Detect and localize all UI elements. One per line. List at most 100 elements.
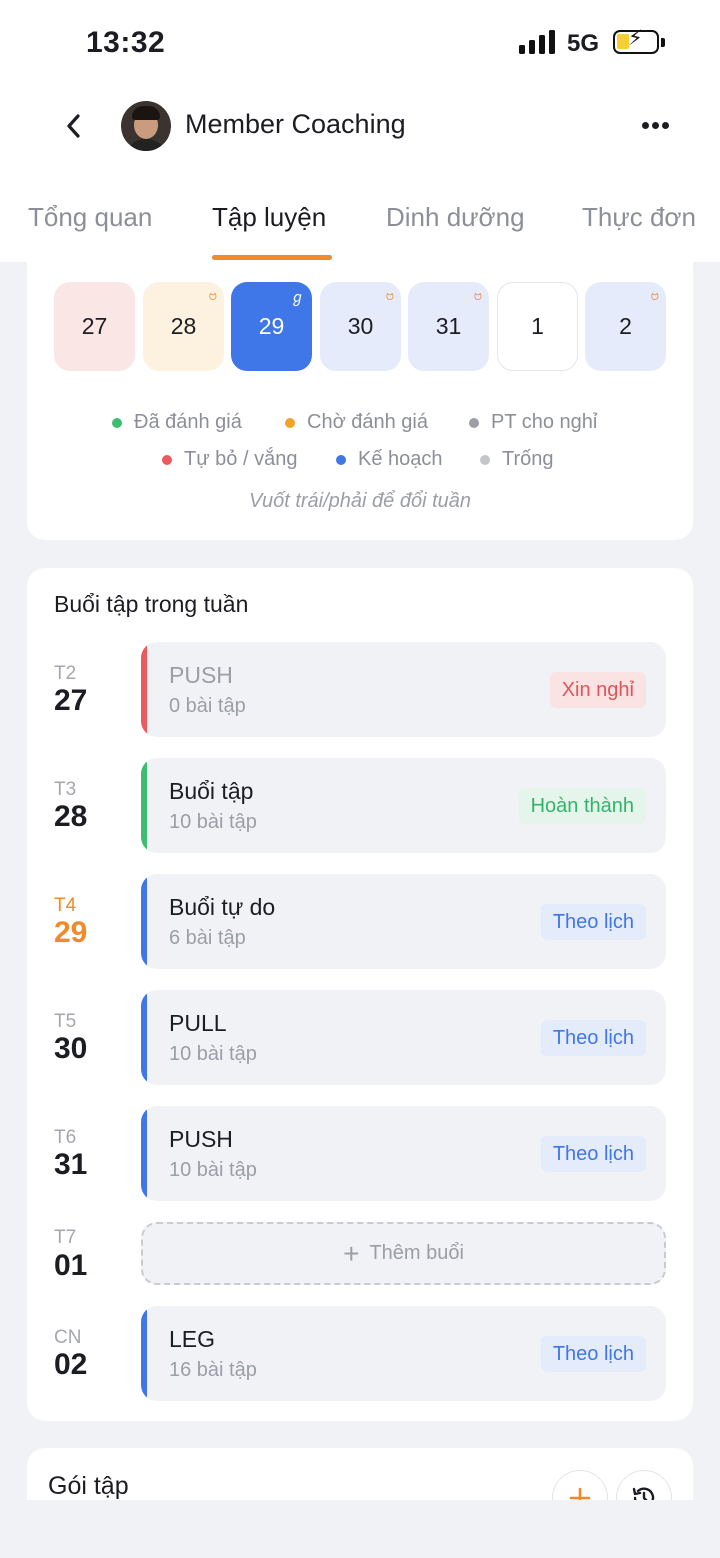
more-options-button[interactable] [640,122,672,132]
row-day-number: 30 [54,1032,88,1065]
legend-dot-icon [480,454,490,465]
session-name: Buổi tự do [169,894,276,920]
day-number: 29 [258,313,285,339]
legend-label: Kế hoạch [358,448,443,470]
session-name: Buổi tập [169,778,254,804]
calendar-day[interactable]: ဗ 28 [143,282,224,371]
legend-dot-icon [162,454,172,465]
status-badge: Theo lịch [540,904,646,940]
row-weekday: CN [54,1327,82,1348]
row-day-number: 31 [54,1148,88,1181]
status-time: 13:32 [86,26,166,59]
exercise-count: 0 bài tập [169,695,246,717]
battery-tip [661,38,665,47]
status-bar [141,758,147,853]
legend-item: Chờ đánh giá [285,411,428,434]
status-bar [141,990,147,1085]
legend-item: PT cho nghỉ [469,411,597,434]
section-title: Buổi tập trong tuần [54,591,249,617]
day-number: 27 [81,313,108,339]
calendar-day[interactable]: 1 [497,282,578,371]
status-badge: Theo lịch [540,1136,646,1172]
legend-dot-icon [285,417,295,428]
legend-item: Đã đánh giá [112,411,242,434]
legend-label: Trống [502,448,554,470]
tab-overview[interactable]: Tổng quan [28,202,152,233]
dumbbell-icon: ဗ [385,287,394,304]
more-dots-icon [642,122,649,129]
top-bar: 13:32 5G ⚡ Member Coaching Tổng quan Tập… [0,0,720,262]
dumbbell-icon: ဗ [473,287,482,304]
bottom-overlay [0,1500,720,1558]
back-button[interactable] [60,108,90,144]
calendar-day[interactable]: ဗ 31 [408,282,489,371]
status-badge: Theo lịch [540,1020,646,1056]
network-label: 5G [567,30,600,57]
legend-label: Tự bỏ / vắng [184,448,298,470]
exercise-count: 10 bài tập [169,1159,257,1181]
dumbbell-icon: ဗ [650,287,659,304]
row-day-number: 28 [54,800,88,833]
exercise-count: 10 bài tập [169,1043,257,1065]
row-day-number: 27 [54,684,88,717]
session-card[interactable]: Buổi tự do 6 bài tập Theo lịch [141,874,666,969]
legend-item: Kế hoạch [336,448,443,471]
legend-label: PT cho nghỉ [491,411,598,433]
tab-nutrition[interactable]: Dinh dưỡng [386,202,525,233]
session-name: LEG [169,1326,216,1352]
day-number: 28 [170,313,197,339]
row-weekday: T5 [54,1011,77,1032]
day-number: 2 [619,313,632,339]
row-weekday: T2 [54,663,77,684]
status-badge: Theo lịch [540,1336,646,1372]
exercise-count: 16 bài tập [169,1359,257,1381]
exercise-count: 10 bài tập [169,811,257,833]
exercise-count: 6 bài tập [169,927,246,949]
session-card[interactable]: PULL 10 bài tập Theo lịch [141,990,666,1085]
add-session-button[interactable]: + Thêm buổi [141,1222,666,1285]
row-day-number: 02 [54,1348,88,1381]
session-name: PUSH [169,662,233,688]
status-bar [141,642,147,737]
dumbbell-icon: ℊ [289,289,305,306]
calendar-day[interactable]: ဗ2 [585,282,666,371]
row-weekday: T4 [54,895,77,916]
legend-item: Trống [480,448,554,471]
legend-dot-icon [469,417,479,428]
day-number: 31 [435,313,462,339]
session-card[interactable]: LEG 16 bài tập Theo lịch [141,1306,666,1401]
legend-label: Chờ đánh giá [307,411,428,433]
day-number: 30 [347,313,374,339]
legend-item: Tự bỏ / vắng [162,448,297,471]
plus-icon: + [343,1237,360,1269]
row-day-number: 29 [54,916,88,949]
row-weekday: T7 [54,1227,77,1248]
status-bar [141,1306,147,1401]
calendar-day[interactable]: 27 [54,282,135,371]
calendar-day[interactable]: ဗ 30 [320,282,401,371]
page-title: Member Coaching [185,109,406,139]
legend-dot-icon [336,454,346,465]
tab-training[interactable]: Tập luyện [212,202,326,233]
swipe-hint: Vuốt trái/phải để đổi tuần [248,490,472,512]
active-tab-indicator [212,255,332,260]
status-badge: Xin nghỉ [549,672,646,708]
session-card[interactable]: PUSH 0 bài tập Xin nghỉ [141,642,666,737]
row-weekday: T6 [54,1127,77,1148]
battery-icon: ⚡ [613,28,659,54]
tab-menu[interactable]: Thực đơn [582,202,696,233]
session-name: PUSH [169,1126,233,1152]
session-card[interactable]: PUSH 10 bài tập Theo lịch [141,1106,666,1201]
chevron-left-icon [67,114,80,138]
avatar[interactable] [121,101,171,151]
row-weekday: T3 [54,779,77,800]
status-badge: Hoàn thành [518,788,646,824]
status-bar [141,874,147,969]
legend-dot-icon [112,417,122,428]
package-title: Gói tập [48,1472,129,1500]
row-day-number: 01 [54,1249,88,1282]
session-card[interactable]: Buổi tập 10 bài tập Hoàn thành [141,758,666,853]
status-bar [141,1106,147,1201]
add-session-label: Thêm buổi [369,1242,464,1264]
calendar-day-selected[interactable]: ℊ 29 [231,282,312,371]
